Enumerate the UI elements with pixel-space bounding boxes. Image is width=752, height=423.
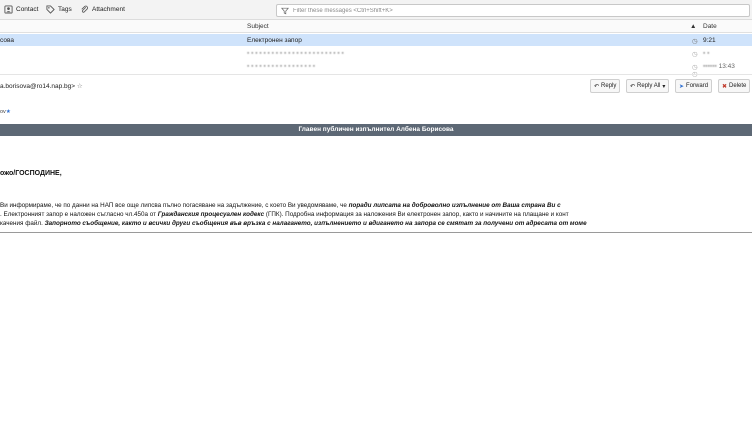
- tags-filter-button[interactable]: Tags: [46, 4, 72, 15]
- message-filter-search[interactable]: [276, 4, 750, 17]
- paperclip-icon: [81, 5, 88, 13]
- date-column-header[interactable]: Date: [703, 23, 717, 30]
- subject-cell: Електронен запор: [247, 37, 302, 44]
- sort-indicator-icon: ▲: [690, 23, 697, 30]
- delete-label: Delete: [729, 83, 747, 89]
- body-line: Ви информираме, че по данни на НАП все о…: [0, 201, 752, 210]
- to-line: ov★: [0, 109, 11, 115]
- redacted-subject: ▪ ▪ ▪ ▪ ▪ ▪ ▪ ▪ ▪ ▪ ▪ ▪ ▪ ▪ ▪ ▪ ▪ ▪ ▪ ▪ …: [247, 50, 344, 57]
- quick-filter-toolbar: Contact Tags Attachment: [0, 0, 752, 20]
- message-list-header: Subject ▲ Date: [0, 20, 752, 33]
- forward-icon: ➤: [679, 83, 685, 90]
- sender-cell: сова: [0, 37, 14, 44]
- reply-all-label: Reply All: [637, 83, 661, 89]
- clock-icon: ◷: [692, 38, 698, 45]
- contact-label: Contact: [16, 6, 39, 13]
- from-line: a.borisova@ro14.nap.bg> ☆: [0, 82, 83, 90]
- email-banner: Главен публичен изпълнител Албена Борисо…: [0, 124, 752, 136]
- redacted-subject: ▪ ▪ ▪ ▪ ▪ ▪ ▪ ▪ ▪ ▪ ▪ ▪ ▪ ▪ ▪ ▪ ▪: [247, 63, 316, 70]
- attachment-filter-button[interactable]: Attachment: [80, 4, 125, 15]
- date-cell: ▪▪▪▪▪▪ 13:43: [703, 63, 735, 70]
- attachment-label: Attachment: [92, 6, 125, 13]
- body-line: . Електронният запор е наложен съгласно …: [0, 210, 752, 219]
- search-input[interactable]: [289, 7, 733, 14]
- message-row[interactable]: сова Електронен запор ◷ 9:21: [0, 34, 752, 46]
- subject-column-header[interactable]: Subject: [247, 23, 269, 30]
- reply-all-icon: ↶: [630, 83, 636, 90]
- body-text: . Електронният запор е наложен съгласно …: [0, 211, 158, 218]
- reply-label: Reply: [601, 83, 617, 89]
- contact-icon: [4, 5, 13, 14]
- from-address[interactable]: a.borisova@ro14.nap.bg>: [0, 83, 75, 90]
- filter-icon: [281, 7, 289, 14]
- tag-icon: [46, 5, 55, 14]
- chevron-down-icon[interactable]: ▾: [662, 83, 665, 90]
- body-text: Ви информираме, че по данни на НАП все о…: [0, 202, 349, 209]
- body-emphasis: Запорното съобщение, както и всички друг…: [44, 220, 587, 227]
- delete-button[interactable]: ✖ Delete: [718, 79, 751, 93]
- body-text: (ГПК). Подробна информация за наложения …: [264, 211, 569, 218]
- clock-icon: ◷: [692, 51, 698, 58]
- redacted-date: ▪ ▪: [703, 50, 710, 57]
- forward-button[interactable]: ➤ Forward: [675, 79, 713, 93]
- body-emphasis: Гражданския процесуален кодекс: [157, 211, 265, 218]
- contact-filter-button[interactable]: Contact: [4, 4, 38, 15]
- delete-icon: ✖: [722, 83, 728, 90]
- body-text: качения файл.: [0, 220, 45, 227]
- reply-button[interactable]: ↶ Reply: [590, 79, 621, 93]
- body-emphasis: поради липсата на доброволно изпълнение …: [348, 202, 561, 209]
- reply-icon: ↶: [594, 83, 600, 90]
- forward-label: Forward: [686, 83, 709, 89]
- message-row[interactable]: ▪ ▪ ▪ ▪ ▪ ▪ ▪ ▪ ▪ ▪ ▪ ▪ ▪ ▪ ▪ ▪ ▪ ▪ ▪ ▪ …: [0, 47, 752, 59]
- divider: [0, 232, 752, 233]
- star-icon[interactable]: ★: [6, 109, 11, 115]
- greeting-text: ожо/ГОСПОДИНЕ,: [0, 170, 62, 177]
- message-body: Ви информираме, че по данни на НАП все о…: [0, 201, 752, 228]
- reply-all-button[interactable]: ↶ Reply All ▾: [626, 79, 670, 93]
- message-header-pane: a.borisova@ro14.nap.bg> ☆ ↶ Reply ↶ Repl…: [0, 74, 752, 123]
- body-line: качения файл. Запорното съобщение, както…: [0, 219, 752, 228]
- date-cell: 9:21: [703, 37, 716, 44]
- tags-label: Tags: [58, 6, 72, 13]
- star-icon[interactable]: ☆: [77, 83, 83, 90]
